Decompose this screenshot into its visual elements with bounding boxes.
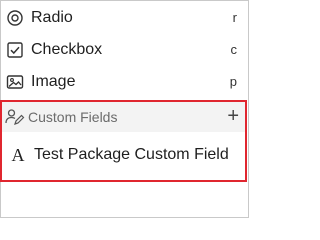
text-field-icon: A [11,144,25,165]
image-icon [4,71,26,93]
menu-item-label: Image [31,73,76,90]
shortcut-key: r [232,10,237,25]
checkbox-icon [4,39,26,61]
menu-item-image[interactable]: Image p [0,66,247,98]
menu-item-label: Checkbox [31,41,103,58]
person-edit-icon [4,106,26,128]
shortcut-key: p [229,74,237,89]
shortcut-key: c [230,42,238,57]
menu-item-radio[interactable]: Radio r [0,2,247,34]
menu-item-checkbox[interactable]: Checkbox c [0,34,247,66]
custom-fields-header: Custom Fields + [2,102,245,132]
section-title: Custom Fields [28,109,118,125]
custom-field-label: Test Package Custom Field [34,146,229,163]
plus-icon[interactable]: + [227,105,239,127]
custom-field-item[interactable]: A Test Package Custom Field [2,140,245,170]
radio-icon [4,7,26,29]
menu-item-label: Radio [31,9,73,26]
